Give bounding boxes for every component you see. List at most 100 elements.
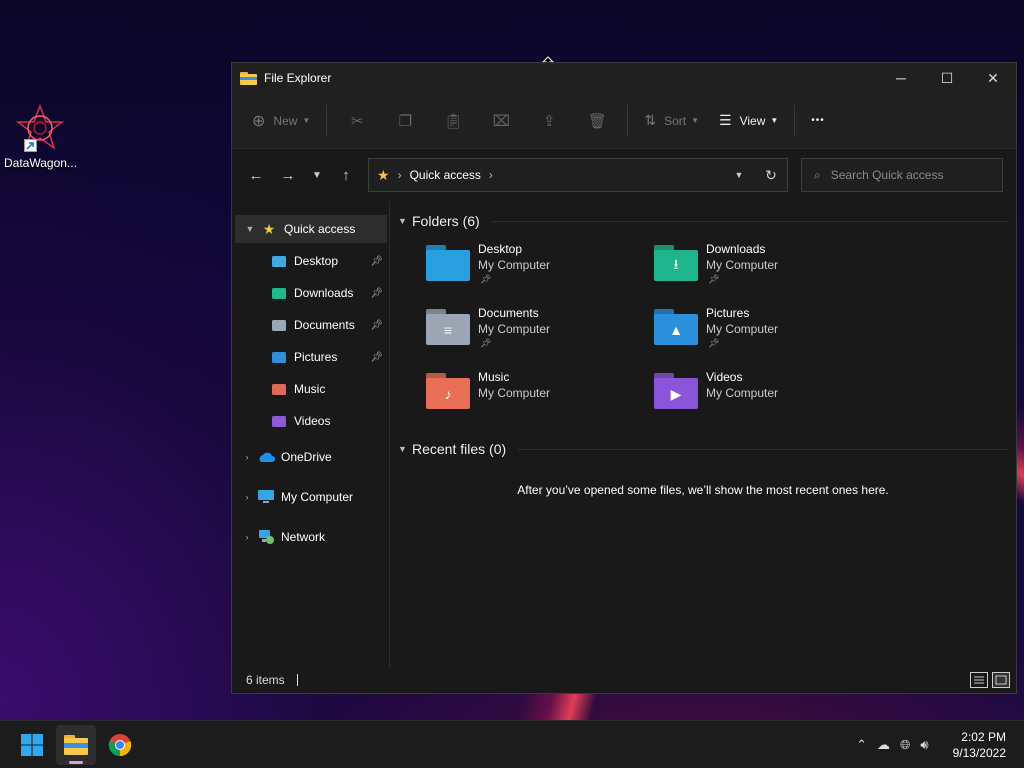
- videos-folder-icon: [270, 413, 288, 429]
- new-button[interactable]: ⊕ New ▼: [242, 103, 320, 139]
- start-button[interactable]: [12, 725, 52, 765]
- downloads-folder-icon: [270, 285, 288, 301]
- onedrive-offline-icon[interactable]: ☁: [877, 737, 890, 753]
- minimize-button[interactable]: ─: [878, 63, 924, 93]
- folder-tile-desktop[interactable]: Desktop My Computer 📌︎: [426, 241, 654, 297]
- folder-tile-videos[interactable]: ▶ Videos My Computer: [654, 369, 882, 425]
- file-explorer-icon: [64, 734, 88, 755]
- chrome-taskbar-button[interactable]: [100, 725, 140, 765]
- folders-header-label: Folders (6): [412, 213, 480, 229]
- sidebar-item-label: Desktop: [294, 254, 339, 268]
- documents-folder-icon: [270, 317, 288, 333]
- chevron-right-icon[interactable]: ›: [237, 532, 257, 542]
- sidebar-item-my-computer[interactable]: › My Computer: [232, 483, 389, 511]
- close-button[interactable]: ✕: [970, 63, 1016, 93]
- show-hidden-icons-button[interactable]: ⌃: [856, 737, 867, 753]
- maximize-button[interactable]: ☐: [924, 63, 970, 93]
- cut-button[interactable]: ✂: [343, 103, 371, 139]
- file-explorer-window: File Explorer ─ ☐ ✕ ⊕ New ▼ ✂ ❐ 📋︎ ⌧ ⇪ 🗑…: [231, 62, 1017, 694]
- details-view-icon: [974, 676, 984, 684]
- more-icon: •••: [811, 115, 825, 126]
- section-divider: [491, 220, 1008, 222]
- share-icon: ⇪: [543, 112, 556, 130]
- sidebar-item-network[interactable]: › Network: [232, 523, 389, 551]
- pin-icon: 📌︎: [370, 351, 383, 363]
- sidebar-item-documents[interactable]: Documents 📌︎: [232, 311, 389, 339]
- copy-icon: ❐: [398, 112, 413, 130]
- share-button[interactable]: ⇪: [535, 103, 563, 139]
- details-view-button[interactable]: [970, 672, 988, 688]
- chevron-down-icon: ▼: [398, 216, 407, 226]
- folder-tile-downloads[interactable]: ⭳ Downloads My Computer 📌︎: [654, 241, 882, 297]
- file-explorer-taskbar-button[interactable]: [56, 724, 96, 765]
- command-bar: ⊕ New ▼ ✂ ❐ 📋︎ ⌧ ⇪ 🗑︎ ⇅ Sort ▼ ☰ View ▼ …: [232, 93, 1016, 149]
- pin-icon: 📌︎: [480, 338, 492, 348]
- folder-tile-documents[interactable]: ≡ Documents My Computer 📌︎: [426, 305, 654, 361]
- desktop-folder-icon: [426, 245, 472, 283]
- chevron-right-icon[interactable]: ›: [237, 492, 257, 502]
- breadcrumb-quick-access[interactable]: Quick access: [410, 168, 481, 182]
- rename-icon: ⌧: [492, 112, 510, 130]
- sidebar-item-desktop[interactable]: Desktop 📌︎: [232, 247, 389, 275]
- documents-folder-icon: ≡: [426, 309, 472, 347]
- pin-icon: 📌︎: [708, 274, 720, 284]
- copy-button[interactable]: ❐: [391, 103, 419, 139]
- toolbar-divider: [326, 104, 328, 137]
- folder-name: Videos: [706, 370, 743, 384]
- view-button[interactable]: ☰ View ▼: [709, 103, 788, 139]
- content-pane: ▼ Folders (6) Desktop My Computer 📌︎ ⭳ Downl…: [390, 201, 1016, 667]
- recent-files-section-header[interactable]: ▼ Recent files (0): [398, 437, 1008, 461]
- recent-locations-button[interactable]: ▼: [304, 159, 330, 191]
- new-label: New: [273, 113, 298, 128]
- datawagon-app-icon: [15, 103, 65, 152]
- sidebar-item-quick-access[interactable]: ▼ ★ Quick access: [235, 215, 387, 243]
- pin-icon: 📌︎: [708, 338, 720, 348]
- more-options-button[interactable]: •••: [801, 103, 835, 139]
- window-title: File Explorer: [264, 71, 332, 85]
- chevron-down-icon: ▼: [691, 116, 700, 125]
- sort-button[interactable]: ⇅ Sort ▼: [634, 103, 709, 139]
- sidebar-item-music[interactable]: Music: [232, 375, 389, 403]
- up-button[interactable]: ↑: [330, 159, 362, 191]
- sort-label: Sort: [664, 113, 687, 128]
- status-bar: 6 items: [232, 667, 1016, 693]
- chevron-down-icon[interactable]: ▼: [240, 224, 260, 234]
- folders-grid: Desktop My Computer 📌︎ ⭳ Downloads My Compute…: [426, 241, 1008, 425]
- refresh-button[interactable]: ↻: [755, 167, 787, 184]
- desktop-shortcut-datawagon[interactable]: DataWagon...: [4, 103, 77, 170]
- sidebar-item-label: Videos: [294, 414, 331, 428]
- sidebar-item-pictures[interactable]: Pictures 📌︎: [232, 343, 389, 371]
- music-folder-icon: [270, 381, 288, 397]
- pictures-folder-icon: ▲: [654, 309, 700, 347]
- address-bar[interactable]: ★ › Quick access › ▼ ↻: [368, 158, 788, 192]
- folder-tile-music[interactable]: ♪ Music My Computer: [426, 369, 654, 425]
- clock-date: 9/13/2022: [952, 745, 1006, 760]
- sidebar-item-label: Documents: [294, 318, 355, 332]
- back-button[interactable]: ←: [240, 159, 272, 191]
- address-history-button[interactable]: ▼: [723, 170, 755, 180]
- search-icon: ⌕: [814, 167, 821, 182]
- volume-icon[interactable]: 🔊︎: [920, 737, 928, 753]
- sidebar-item-downloads[interactable]: Downloads 📌︎: [232, 279, 389, 307]
- search-box[interactable]: ⌕: [801, 158, 1003, 192]
- sidebar-item-videos[interactable]: Videos: [232, 407, 389, 435]
- folder-location: My Computer: [478, 386, 551, 400]
- downloads-folder-icon: ⭳: [654, 245, 700, 283]
- delete-button[interactable]: 🗑︎: [583, 103, 611, 139]
- paste-button[interactable]: 📋︎: [439, 103, 467, 139]
- folder-tile-pictures[interactable]: ▲ Pictures My Computer 📌︎: [654, 305, 882, 361]
- folder-name: Documents: [478, 306, 539, 320]
- large-icons-view-button[interactable]: [992, 672, 1010, 688]
- arrow-up-icon: ↑: [342, 166, 350, 184]
- sidebar-item-onedrive[interactable]: › OneDrive: [232, 443, 389, 471]
- folder-name: Desktop: [478, 242, 523, 256]
- rename-button[interactable]: ⌧: [487, 103, 515, 139]
- title-bar[interactable]: File Explorer ─ ☐ ✕: [232, 63, 1016, 93]
- desktop-icon-label: DataWagon...: [4, 156, 77, 170]
- network-globe-icon[interactable]: 🌐︎: [900, 737, 910, 753]
- folders-section-header[interactable]: ▼ Folders (6): [398, 209, 1008, 233]
- clock[interactable]: 2:02 PM 9/13/2022: [953, 729, 1006, 761]
- search-input[interactable]: [830, 168, 981, 182]
- forward-button[interactable]: →: [272, 159, 304, 191]
- chevron-right-icon[interactable]: ›: [237, 452, 257, 462]
